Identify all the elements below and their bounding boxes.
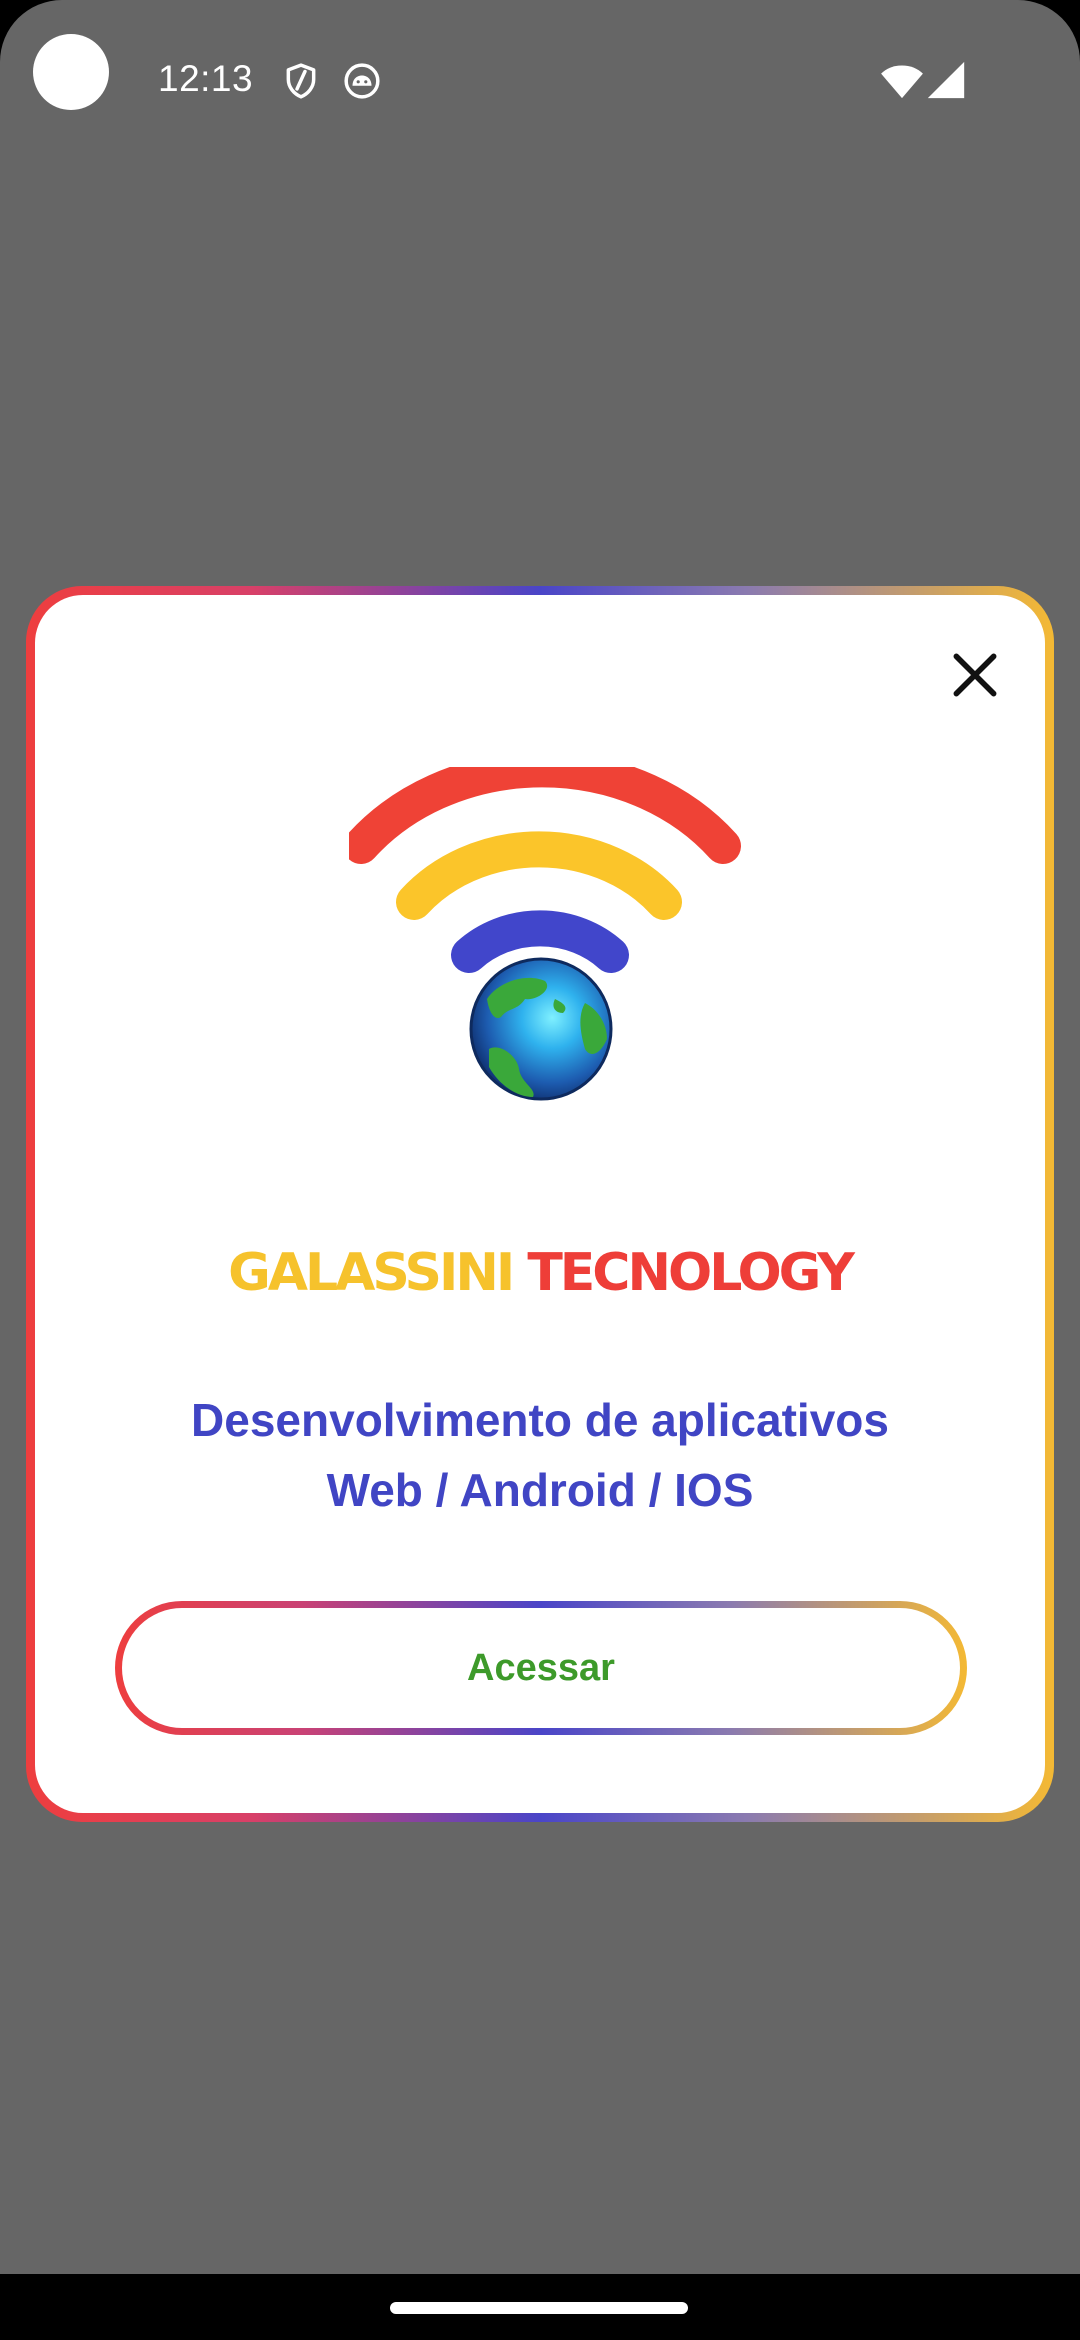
brand-name-part1: GALASSINI: [228, 1243, 515, 1303]
app-screen: 12:13 GALASSINI TECNOLOGY Desenvolviment…: [0, 0, 1080, 2340]
navigation-bar: [0, 2274, 1080, 2340]
android-debug-icon: [344, 63, 380, 99]
close-icon[interactable]: [947, 647, 1003, 703]
cellular-signal-icon: [927, 61, 965, 99]
status-bar: 12:13: [0, 0, 1080, 165]
front-camera-cutout: [33, 34, 109, 110]
tagline: Desenvolvimento de aplicativos Web / And…: [35, 1385, 1045, 1525]
promo-dialog-frame: GALASSINI TECNOLOGY Desenvolvimento de a…: [26, 586, 1054, 1822]
shield-icon: [286, 63, 316, 99]
brand-name-part2: TECNOLOGY: [527, 1243, 855, 1303]
wifi-icon: [881, 65, 923, 99]
access-button-label: Acessar: [467, 1646, 615, 1689]
wifi-globe-logo-icon: [349, 767, 741, 1101]
status-clock: 12:13: [158, 58, 254, 99]
brand-name: GALASSINI TECNOLOGY: [35, 1243, 1045, 1303]
access-button-body[interactable]: Acessar: [122, 1608, 960, 1728]
tagline-line2: Web / Android / IOS: [326, 1464, 754, 1516]
home-gesture-handle[interactable]: [390, 2302, 688, 2314]
tagline-line1: Desenvolvimento de aplicativos: [191, 1394, 889, 1446]
access-button[interactable]: Acessar: [115, 1601, 967, 1735]
promo-dialog: GALASSINI TECNOLOGY Desenvolvimento de a…: [35, 595, 1045, 1813]
